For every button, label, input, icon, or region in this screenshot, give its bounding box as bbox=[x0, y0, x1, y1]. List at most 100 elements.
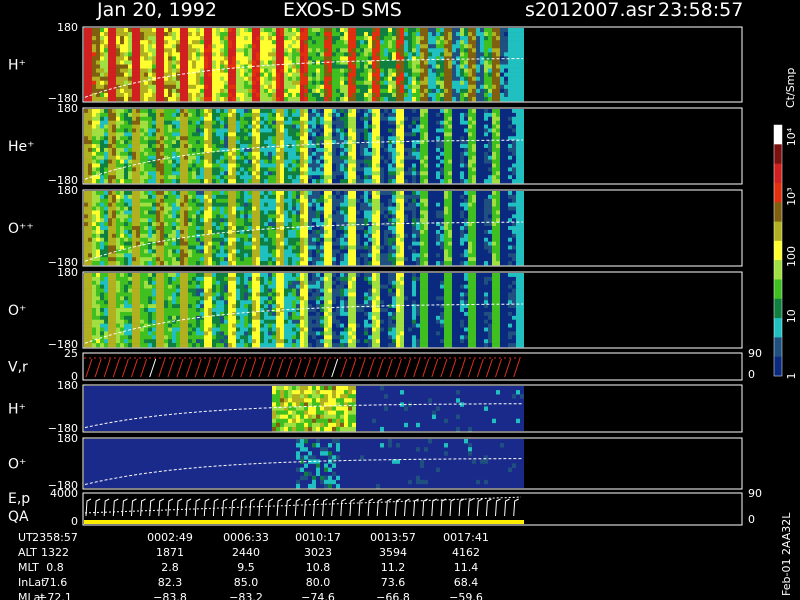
heatmap-cell bbox=[164, 261, 168, 266]
heatmap-cell bbox=[392, 80, 396, 86]
heatmap-cell bbox=[184, 147, 188, 153]
heatmap-cell bbox=[316, 159, 320, 164]
heatmap-cell bbox=[396, 124, 400, 129]
heatmap-cell bbox=[480, 163, 484, 168]
heatmap-cell bbox=[352, 36, 356, 41]
heatmap-cell bbox=[472, 175, 476, 180]
heatmap-cell bbox=[432, 124, 436, 129]
heatmap-cell bbox=[436, 36, 440, 41]
heatmap-cell bbox=[436, 44, 440, 49]
heatmap-cell bbox=[324, 92, 328, 98]
heatmap-cell bbox=[180, 253, 184, 258]
heatmap-cell bbox=[168, 218, 172, 223]
heatmap-cell bbox=[168, 167, 172, 172]
heatmap-cell bbox=[436, 175, 440, 180]
heatmap-cell bbox=[144, 109, 148, 114]
heatmap-cell bbox=[376, 64, 380, 69]
heatmap-cell bbox=[228, 72, 232, 77]
heatmap-cell bbox=[496, 132, 500, 137]
heatmap-cell bbox=[228, 56, 232, 61]
heatmap-cell bbox=[428, 96, 432, 102]
heatmap-cell bbox=[208, 175, 212, 180]
heatmap-cell bbox=[372, 124, 376, 129]
heatmap-cell bbox=[452, 84, 456, 90]
heatmap-cell bbox=[508, 64, 512, 69]
heatmap-cell bbox=[136, 116, 140, 121]
heatmap-cell bbox=[192, 140, 196, 145]
heatmap-cell bbox=[152, 128, 156, 133]
heatmap-cell bbox=[388, 52, 392, 57]
heatmap-cell bbox=[100, 218, 104, 223]
heatmap-cell bbox=[316, 167, 320, 172]
heatmap-cell bbox=[292, 124, 296, 129]
heatmap-cell bbox=[384, 40, 388, 45]
heatmap-cell bbox=[436, 132, 440, 137]
heatmap-cell bbox=[172, 257, 176, 262]
heatmap-cell bbox=[376, 32, 380, 37]
heatmap-cell bbox=[264, 175, 268, 180]
heatmap-cell bbox=[396, 171, 400, 176]
heatmap-cell bbox=[132, 179, 136, 184]
heatmap-cell bbox=[164, 68, 168, 73]
heatmap-cell bbox=[100, 194, 104, 200]
heatmap-cell bbox=[364, 163, 368, 168]
heatmap-cell bbox=[268, 245, 272, 250]
heatmap-cell bbox=[400, 171, 404, 176]
heatmap-cell bbox=[116, 80, 120, 86]
heatmap-cell bbox=[308, 64, 312, 69]
heatmap-cell bbox=[356, 167, 360, 172]
heatmap-cell bbox=[248, 140, 252, 145]
heatmap-cell bbox=[512, 147, 516, 153]
heatmap-cell bbox=[212, 179, 216, 184]
heatmap-cell bbox=[120, 233, 124, 239]
heatmap-cell bbox=[516, 32, 520, 37]
heatmap-cell bbox=[368, 88, 372, 94]
heatmap-cell bbox=[348, 76, 352, 82]
heatmap-cell bbox=[440, 68, 444, 73]
heatmap-cell bbox=[420, 171, 424, 176]
heatmap-cell bbox=[500, 112, 504, 118]
heatmap-cell bbox=[368, 44, 372, 49]
heatmap-cell bbox=[252, 76, 256, 82]
heatmap-cell bbox=[108, 48, 112, 53]
heatmap-cell bbox=[164, 60, 168, 65]
heatmap-cell bbox=[264, 68, 268, 73]
heatmap-cell bbox=[152, 144, 156, 149]
heatmap-cell bbox=[248, 179, 252, 184]
heatmap-cell bbox=[148, 257, 152, 262]
heatmap-cell bbox=[332, 116, 336, 121]
heatmap-cell bbox=[352, 175, 356, 180]
heatmap-cell bbox=[372, 179, 376, 184]
heatmap-cell bbox=[396, 147, 400, 153]
heatmap-cell bbox=[176, 124, 180, 129]
heatmap-cell bbox=[444, 109, 448, 114]
heatmap-cell bbox=[448, 120, 452, 125]
heatmap-cell bbox=[148, 109, 152, 114]
heatmap-cell bbox=[492, 116, 496, 121]
heatmap-cell bbox=[184, 214, 188, 219]
heatmap-cell bbox=[432, 28, 436, 33]
heatmap-cell bbox=[272, 52, 276, 57]
heatmap-cell bbox=[276, 36, 280, 41]
heatmap-cell bbox=[448, 88, 452, 94]
heatmap-cell bbox=[264, 198, 268, 203]
heatmap-cell bbox=[364, 136, 368, 141]
heatmap-cell bbox=[88, 261, 92, 266]
heatmap-cell bbox=[312, 171, 316, 176]
heatmap-cell bbox=[180, 120, 184, 125]
heatmap-cell bbox=[440, 124, 444, 129]
heatmap-cell bbox=[472, 48, 476, 53]
heatmap-cell bbox=[388, 128, 392, 133]
heatmap-cell bbox=[404, 80, 408, 86]
heatmap-cell bbox=[276, 124, 280, 129]
heatmap-cell bbox=[224, 218, 228, 223]
heatmap-cell bbox=[280, 68, 284, 73]
heatmap-cell bbox=[428, 155, 432, 160]
heatmap-cell bbox=[368, 144, 372, 149]
heatmap-cell bbox=[388, 96, 392, 102]
heatmap-cell bbox=[192, 32, 196, 37]
heatmap-cell bbox=[220, 64, 224, 69]
heatmap-cell bbox=[360, 32, 364, 37]
heatmap-cell bbox=[484, 151, 488, 157]
heatmap-cell bbox=[420, 132, 424, 137]
